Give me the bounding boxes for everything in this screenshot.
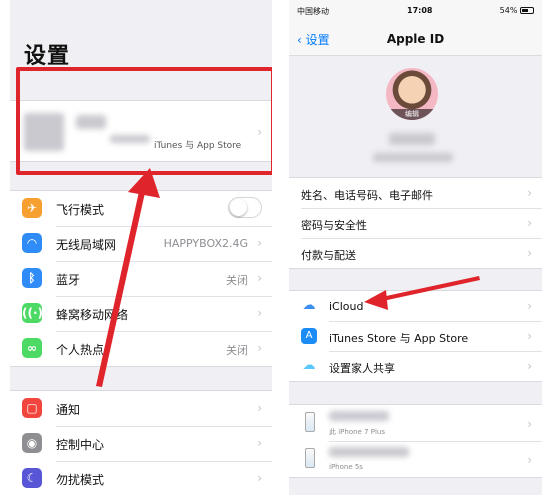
row-label: 设置家人共享 bbox=[329, 362, 395, 375]
row-wifi[interactable]: ◠ 无线局域网 HAPPYBOX2.4G › bbox=[10, 226, 272, 261]
row-payment-shipping[interactable]: 付款与配送 › bbox=[289, 238, 542, 268]
app-store-icon: A bbox=[301, 328, 317, 344]
chevron-right-icon: › bbox=[257, 236, 262, 250]
chevron-right-icon: › bbox=[527, 329, 532, 343]
device-subtitle: iPhone 5s bbox=[329, 463, 363, 471]
row-do-not-disturb[interactable]: ☾ 勿扰模式 › bbox=[10, 461, 272, 495]
status-bar: 中国移动 17:08 54% bbox=[289, 0, 542, 20]
row-label: 飞行模式 bbox=[56, 203, 105, 217]
hotspot-icon: ∞ bbox=[22, 338, 42, 358]
chevron-right-icon: › bbox=[257, 401, 262, 415]
row-label: 姓名、电话号码、电子邮件 bbox=[301, 189, 433, 202]
device-name-blurred bbox=[329, 411, 389, 421]
control-center-icon: ◉ bbox=[22, 433, 42, 453]
iphone-icon bbox=[305, 448, 315, 468]
status-carrier: 中国移动 bbox=[297, 7, 329, 16]
chevron-right-icon: › bbox=[527, 359, 532, 373]
device-name-blurred bbox=[329, 447, 409, 457]
iphone-icon bbox=[305, 412, 315, 432]
chevron-right-icon: › bbox=[257, 436, 262, 450]
chevron-right-icon: › bbox=[257, 341, 262, 355]
row-label: 无线局域网 bbox=[56, 238, 117, 252]
row-label: 蓝牙 bbox=[56, 273, 81, 287]
row-airplane-mode[interactable]: ✈ 飞行模式 bbox=[10, 191, 272, 226]
bluetooth-icon: ᛒ bbox=[22, 268, 42, 288]
device-subtitle: 此 iPhone 7 Plus bbox=[329, 428, 386, 436]
row-value: 关闭 bbox=[226, 344, 248, 357]
chevron-right-icon: › bbox=[257, 306, 262, 320]
page-title: 设置 bbox=[24, 44, 71, 69]
row-label: 付款与配送 bbox=[301, 249, 356, 262]
chevron-right-icon: › bbox=[527, 186, 532, 200]
chevron-right-icon: › bbox=[527, 216, 532, 230]
highlight-box bbox=[16, 67, 272, 175]
row-itunes-app-store[interactable]: A iTunes Store 与 App Store › bbox=[289, 321, 542, 351]
wifi-icon: ◠ bbox=[22, 233, 42, 253]
battery-percent: 54% bbox=[499, 6, 518, 15]
device-row[interactable]: 此 iPhone 7 Plus › bbox=[289, 405, 542, 441]
settings-panel: 设置 iTunes 与 App Store › ✈ 飞行模式 ◠ 无线局域网 H… bbox=[10, 0, 272, 495]
row-label: 个人热点 bbox=[56, 343, 105, 357]
chevron-right-icon: › bbox=[257, 471, 262, 485]
chevron-right-icon: › bbox=[527, 453, 532, 467]
settings-group-system: ▢ 通知 › ◉ 控制中心 › ☾ 勿扰模式 › bbox=[10, 390, 272, 495]
row-name-phone-email[interactable]: 姓名、电话号码、电子邮件 › bbox=[289, 178, 542, 208]
settings-group-connectivity: ✈ 飞行模式 ◠ 无线局域网 HAPPYBOX2.4G › ᛒ 蓝牙 关闭 › … bbox=[10, 190, 272, 367]
row-value: 关闭 bbox=[226, 274, 248, 287]
row-password-security[interactable]: 密码与安全性 › bbox=[289, 208, 542, 238]
do-not-disturb-icon: ☾ bbox=[22, 468, 42, 488]
icloud-icon: ☁ bbox=[301, 298, 317, 314]
row-cellular[interactable]: ((·)) 蜂窝移动网络 › bbox=[10, 296, 272, 331]
chevron-right-icon: › bbox=[527, 299, 532, 313]
avatar[interactable]: 编辑 bbox=[386, 68, 438, 120]
row-label: 密码与安全性 bbox=[301, 219, 367, 232]
device-row[interactable]: iPhone 5s › bbox=[289, 441, 542, 477]
airplane-mode-toggle[interactable] bbox=[228, 197, 262, 218]
row-label: iCloud bbox=[329, 300, 364, 313]
row-icloud[interactable]: ☁ iCloud › bbox=[289, 291, 542, 321]
battery-icon bbox=[520, 7, 534, 14]
apple-id-panel: 中国移动 17:08 54% ‹ 设置 Apple ID 编辑 姓名、电话号码、… bbox=[289, 0, 542, 495]
family-sharing-icon: ☁ bbox=[301, 358, 317, 374]
chevron-right-icon: › bbox=[527, 417, 532, 431]
devices-group: 此 iPhone 7 Plus › iPhone 5s › bbox=[289, 404, 542, 478]
account-name-blurred bbox=[389, 133, 435, 145]
row-value: HAPPYBOX2.4G bbox=[163, 237, 248, 250]
status-time: 17:08 bbox=[407, 6, 433, 15]
account-email-blurred bbox=[373, 153, 453, 162]
row-family-sharing[interactable]: ☁ 设置家人共享 › bbox=[289, 351, 542, 381]
avatar-edit-label: 编辑 bbox=[386, 109, 438, 120]
nav-bar: ‹ 设置 Apple ID bbox=[289, 20, 542, 56]
chevron-right-icon: › bbox=[527, 246, 532, 260]
cellular-icon: ((·)) bbox=[22, 303, 49, 323]
row-hotspot[interactable]: ∞ 个人热点 关闭 › bbox=[10, 331, 272, 366]
row-control-center[interactable]: ◉ 控制中心 › bbox=[10, 426, 272, 461]
account-settings-group: 姓名、电话号码、电子邮件 › 密码与安全性 › 付款与配送 › bbox=[289, 177, 542, 269]
row-bluetooth[interactable]: ᛒ 蓝牙 关闭 › bbox=[10, 261, 272, 296]
row-label: 蜂窝移动网络 bbox=[56, 308, 129, 322]
status-battery: 54% bbox=[500, 6, 534, 15]
notifications-icon: ▢ bbox=[22, 398, 42, 418]
row-label: 通知 bbox=[56, 403, 81, 417]
row-label: 控制中心 bbox=[56, 438, 105, 452]
row-label: iTunes Store 与 App Store bbox=[329, 332, 469, 345]
services-group: ☁ iCloud › A iTunes Store 与 App Store › … bbox=[289, 290, 542, 382]
chevron-right-icon: › bbox=[257, 271, 262, 285]
row-label: 勿扰模式 bbox=[56, 473, 105, 487]
nav-title: Apple ID bbox=[386, 32, 445, 46]
airplane-icon: ✈ bbox=[22, 198, 42, 218]
row-notifications[interactable]: ▢ 通知 › bbox=[10, 391, 272, 426]
